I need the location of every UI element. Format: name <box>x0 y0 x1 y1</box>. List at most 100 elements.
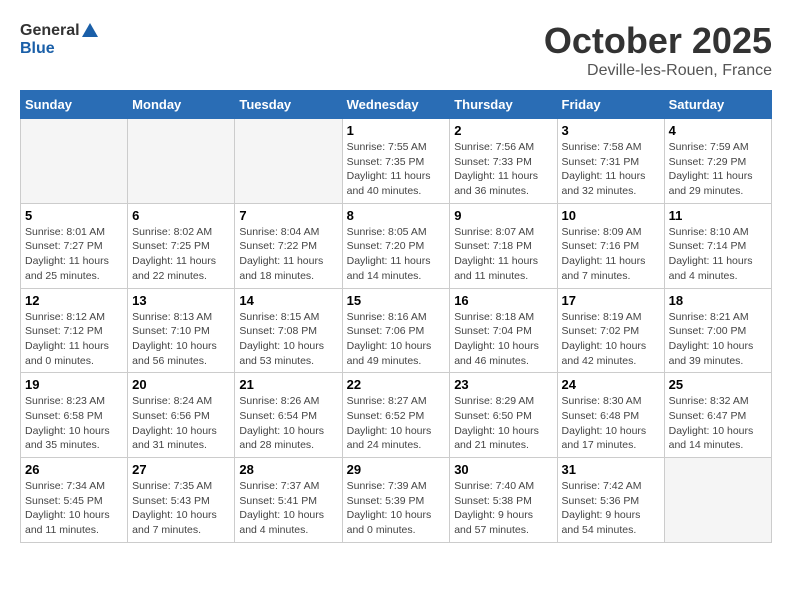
day-info: Sunrise: 8:04 AM Sunset: 7:22 PM Dayligh… <box>239 225 337 284</box>
day-number: 6 <box>132 208 230 223</box>
day-number: 7 <box>239 208 337 223</box>
weekday-header: Tuesday <box>235 91 342 119</box>
day-info: Sunrise: 8:13 AM Sunset: 7:10 PM Dayligh… <box>132 310 230 369</box>
logo-text: General Blue <box>20 20 98 57</box>
calendar-cell: 20 Sunrise: 8:24 AM Sunset: 6:56 PM Dayli… <box>128 373 235 458</box>
calendar-cell: 30 Sunrise: 7:40 AM Sunset: 5:38 PM Dayli… <box>450 458 557 543</box>
calendar-cell <box>21 119 128 204</box>
day-info: Sunrise: 7:55 AM Sunset: 7:35 PM Dayligh… <box>347 140 446 199</box>
logo: General Blue <box>20 20 98 57</box>
day-number: 25 <box>669 377 767 392</box>
day-number: 22 <box>347 377 446 392</box>
calendar-cell <box>235 119 342 204</box>
weekday-header: Wednesday <box>342 91 450 119</box>
day-number: 27 <box>132 462 230 477</box>
day-info: Sunrise: 8:15 AM Sunset: 7:08 PM Dayligh… <box>239 310 337 369</box>
calendar-cell: 22Sunrise: 8:27 AM Sunset: 6:52 PM Dayli… <box>342 373 450 458</box>
day-info: Sunrise: 8:32 AM Sunset: 6:47 PM Dayligh… <box>669 394 767 453</box>
day-number: 23 <box>454 377 552 392</box>
day-info: Sunrise: 8:24 AM Sunset: 6:56 PM Dayligh… <box>132 394 230 453</box>
day-info: Sunrise: 7:42 AM Sunset: 5:36 PM Dayligh… <box>562 479 660 538</box>
day-info: Sunrise: 7:40 AM Sunset: 5:38 PM Dayligh… <box>454 479 552 538</box>
day-number: 11 <box>669 208 767 223</box>
day-number: 30 <box>454 462 552 477</box>
calendar-cell: 1 Sunrise: 7:55 AM Sunset: 7:35 PM Daylig… <box>342 119 450 204</box>
calendar-week-row: 1 Sunrise: 7:55 AM Sunset: 7:35 PM Daylig… <box>21 119 772 204</box>
weekday-header: Sunday <box>21 91 128 119</box>
day-number: 10 <box>562 208 660 223</box>
calendar-week-row: 26 Sunrise: 7:34 AM Sunset: 5:45 PM Dayli… <box>21 458 772 543</box>
calendar-cell: 9Sunrise: 8:07 AM Sunset: 7:18 PM Daylig… <box>450 203 557 288</box>
calendar-cell: 15 Sunrise: 8:16 AM Sunset: 7:06 PM Dayli… <box>342 288 450 373</box>
page-header: General Blue October 2025 Deville-les-Ro… <box>20 20 772 80</box>
calendar-cell: 7 Sunrise: 8:04 AM Sunset: 7:22 PM Daylig… <box>235 203 342 288</box>
day-info: Sunrise: 8:09 AM Sunset: 7:16 PM Dayligh… <box>562 225 660 284</box>
calendar-cell: 17 Sunrise: 8:19 AM Sunset: 7:02 PM Dayli… <box>557 288 664 373</box>
calendar-cell: 21Sunrise: 8:26 AM Sunset: 6:54 PM Dayli… <box>235 373 342 458</box>
day-info: Sunrise: 7:34 AM Sunset: 5:45 PM Dayligh… <box>25 479 123 538</box>
logo-blue: Blue <box>20 40 98 58</box>
calendar-cell: 11 Sunrise: 8:10 AM Sunset: 7:14 PM Dayli… <box>664 203 771 288</box>
calendar-cell: 2Sunrise: 7:56 AM Sunset: 7:33 PM Daylig… <box>450 119 557 204</box>
calendar-cell: 8Sunrise: 8:05 AM Sunset: 7:20 PM Daylig… <box>342 203 450 288</box>
calendar-cell: 12 Sunrise: 8:12 AM Sunset: 7:12 PM Dayli… <box>21 288 128 373</box>
day-number: 4 <box>669 123 767 138</box>
weekday-header: Friday <box>557 91 664 119</box>
day-number: 16 <box>454 293 552 308</box>
calendar-cell: 29 Sunrise: 7:39 AM Sunset: 5:39 PM Dayli… <box>342 458 450 543</box>
day-number: 17 <box>562 293 660 308</box>
day-info: Sunrise: 7:59 AM Sunset: 7:29 PM Dayligh… <box>669 140 767 199</box>
day-number: 3 <box>562 123 660 138</box>
calendar-cell: 5Sunrise: 8:01 AM Sunset: 7:27 PM Daylig… <box>21 203 128 288</box>
day-info: Sunrise: 8:01 AM Sunset: 7:27 PM Dayligh… <box>25 225 123 284</box>
calendar-cell: 27 Sunrise: 7:35 AM Sunset: 5:43 PM Dayli… <box>128 458 235 543</box>
calendar-cell: 10 Sunrise: 8:09 AM Sunset: 7:16 PM Dayli… <box>557 203 664 288</box>
location: Deville-les-Rouen, France <box>544 62 772 80</box>
day-info: Sunrise: 8:19 AM Sunset: 7:02 PM Dayligh… <box>562 310 660 369</box>
day-number: 20 <box>132 377 230 392</box>
calendar-cell: 26 Sunrise: 7:34 AM Sunset: 5:45 PM Dayli… <box>21 458 128 543</box>
day-info: Sunrise: 8:26 AM Sunset: 6:54 PM Dayligh… <box>239 394 337 453</box>
day-info: Sunrise: 7:37 AM Sunset: 5:41 PM Dayligh… <box>239 479 337 538</box>
day-info: Sunrise: 7:56 AM Sunset: 7:33 PM Dayligh… <box>454 140 552 199</box>
weekday-header-row: SundayMondayTuesdayWednesdayThursdayFrid… <box>21 91 772 119</box>
day-number: 9 <box>454 208 552 223</box>
calendar-cell <box>128 119 235 204</box>
day-number: 12 <box>25 293 123 308</box>
calendar-week-row: 12 Sunrise: 8:12 AM Sunset: 7:12 PM Dayli… <box>21 288 772 373</box>
calendar-table: SundayMondayTuesdayWednesdayThursdayFrid… <box>20 90 772 543</box>
day-number: 29 <box>347 462 446 477</box>
calendar-cell: 18 Sunrise: 8:21 AM Sunset: 7:00 PM Dayli… <box>664 288 771 373</box>
day-number: 15 <box>347 293 446 308</box>
weekday-header: Monday <box>128 91 235 119</box>
day-info: Sunrise: 7:39 AM Sunset: 5:39 PM Dayligh… <box>347 479 446 538</box>
calendar-cell: 3Sunrise: 7:58 AM Sunset: 7:31 PM Daylig… <box>557 119 664 204</box>
logo-general: General <box>20 20 98 40</box>
calendar-cell: 6Sunrise: 8:02 AM Sunset: 7:25 PM Daylig… <box>128 203 235 288</box>
calendar-cell: 16Sunrise: 8:18 AM Sunset: 7:04 PM Dayli… <box>450 288 557 373</box>
day-number: 1 <box>347 123 446 138</box>
day-number: 14 <box>239 293 337 308</box>
weekday-header: Thursday <box>450 91 557 119</box>
calendar-cell <box>664 458 771 543</box>
day-number: 13 <box>132 293 230 308</box>
calendar-cell: 24Sunrise: 8:30 AM Sunset: 6:48 PM Dayli… <box>557 373 664 458</box>
day-info: Sunrise: 8:29 AM Sunset: 6:50 PM Dayligh… <box>454 394 552 453</box>
month-title: October 2025 <box>544 20 772 62</box>
day-info: Sunrise: 8:12 AM Sunset: 7:12 PM Dayligh… <box>25 310 123 369</box>
calendar-cell: 14 Sunrise: 8:15 AM Sunset: 7:08 PM Dayli… <box>235 288 342 373</box>
day-info: Sunrise: 8:05 AM Sunset: 7:20 PM Dayligh… <box>347 225 446 284</box>
day-number: 24 <box>562 377 660 392</box>
calendar-cell: 4 Sunrise: 7:59 AM Sunset: 7:29 PM Daylig… <box>664 119 771 204</box>
title-block: October 2025 Deville-les-Rouen, France <box>544 20 772 80</box>
day-info: Sunrise: 8:23 AM Sunset: 6:58 PM Dayligh… <box>25 394 123 453</box>
calendar-cell: 19Sunrise: 8:23 AM Sunset: 6:58 PM Dayli… <box>21 373 128 458</box>
day-info: Sunrise: 8:21 AM Sunset: 7:00 PM Dayligh… <box>669 310 767 369</box>
calendar-cell: 13 Sunrise: 8:13 AM Sunset: 7:10 PM Dayli… <box>128 288 235 373</box>
day-number: 31 <box>562 462 660 477</box>
day-number: 26 <box>25 462 123 477</box>
day-number: 18 <box>669 293 767 308</box>
day-info: Sunrise: 7:35 AM Sunset: 5:43 PM Dayligh… <box>132 479 230 538</box>
day-info: Sunrise: 8:16 AM Sunset: 7:06 PM Dayligh… <box>347 310 446 369</box>
day-info: Sunrise: 8:10 AM Sunset: 7:14 PM Dayligh… <box>669 225 767 284</box>
